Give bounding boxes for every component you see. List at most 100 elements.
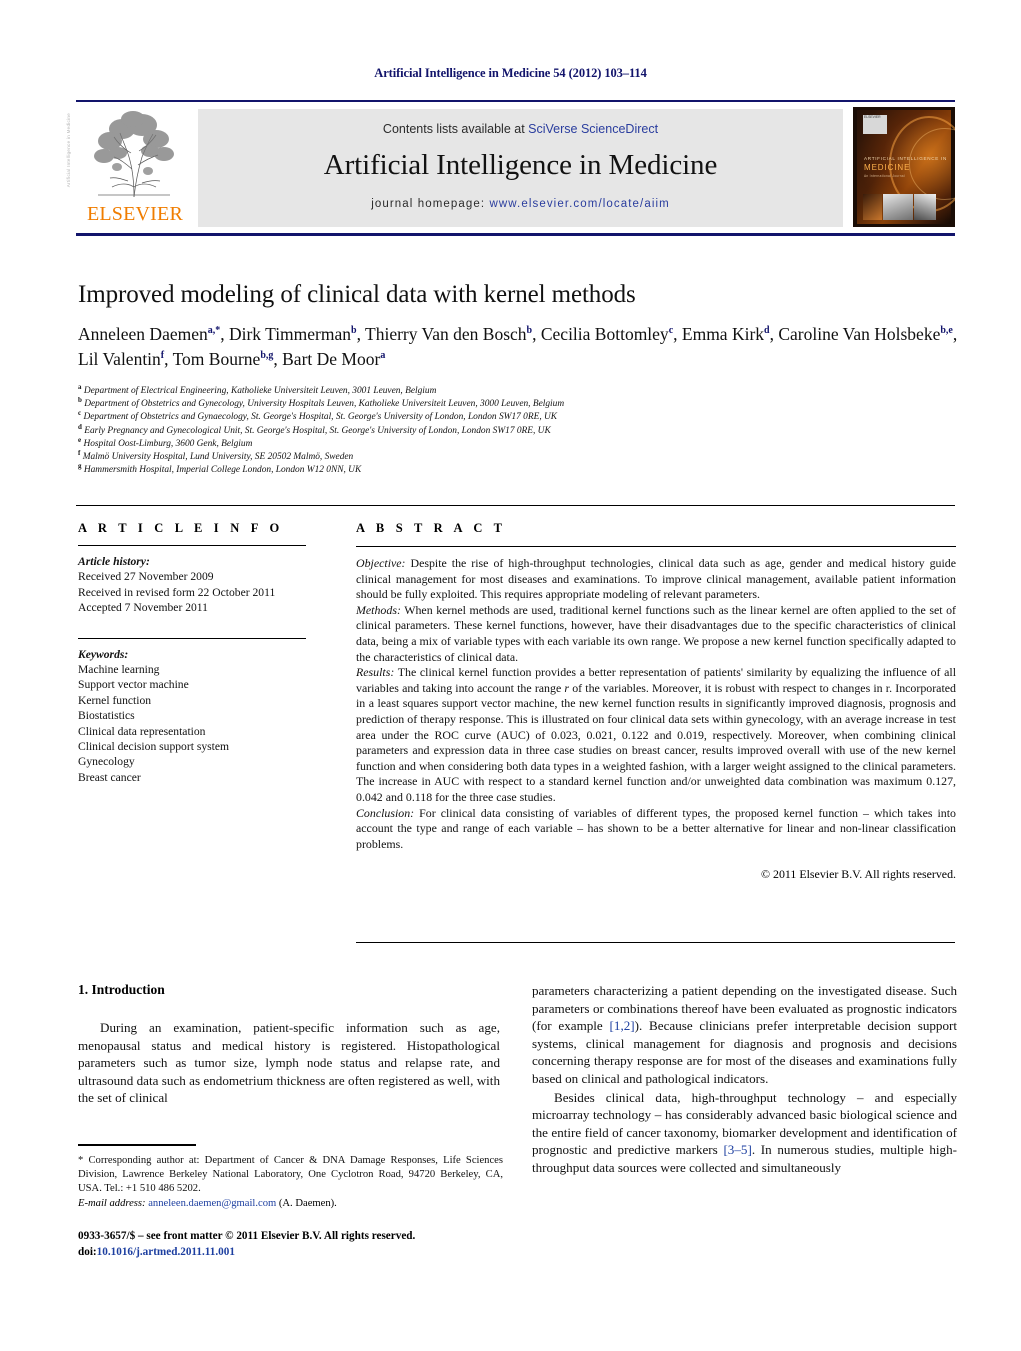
citation-ref[interactable]: [1,2] bbox=[610, 1018, 635, 1033]
abstract-heading: A B S T R A C T bbox=[356, 521, 507, 535]
email-suffix: (A. Daemen). bbox=[276, 1198, 337, 1210]
affiliation-mark: c bbox=[78, 409, 82, 418]
abstract-italic-symbol: r bbox=[564, 680, 570, 695]
body-paragraph: Besides clinical data, high-throughput t… bbox=[532, 1089, 957, 1177]
contents-prefix: Contents lists available at bbox=[382, 122, 529, 136]
sciencedirect-link[interactable]: SciVerse ScienceDirect bbox=[528, 122, 658, 136]
contents-available-line: Contents lists available at SciVerse Sci… bbox=[198, 122, 843, 136]
author-name: Cecilia Bottomley bbox=[540, 324, 669, 344]
article-info-divider-1 bbox=[78, 545, 306, 546]
author-affiliation-mark: f bbox=[160, 350, 165, 362]
running-head: Artificial Intelligence in Medicine 54 (… bbox=[374, 66, 647, 80]
cover-photo-center bbox=[883, 194, 913, 220]
abstract-section: Conclusion: For clinical data consisting… bbox=[356, 805, 956, 851]
keywords-block: Keywords: Machine learning Support vector… bbox=[78, 647, 306, 786]
citation-ref[interactable]: [3–5] bbox=[723, 1142, 751, 1157]
article-history-item: Received in revised form 22 October 2011 bbox=[78, 585, 276, 599]
abstract-section-label: Methods: bbox=[356, 602, 401, 617]
article-info-heading: A R T I C L E I N F O bbox=[78, 521, 284, 535]
elsevier-logo[interactable]: Artificial Intelligence in Medicine ELSE… bbox=[66, 107, 194, 227]
masthead-rule-bottom bbox=[76, 233, 955, 236]
body-column-left: 1. Introduction During an examination, p… bbox=[78, 982, 500, 1107]
doi-label: doi: bbox=[78, 1245, 97, 1258]
abstract-rule-bottom bbox=[356, 942, 955, 943]
keyword-item: Kernel function bbox=[78, 693, 152, 707]
corresponding-author-note: * Corresponding author at: Department of… bbox=[78, 1154, 503, 1194]
author-affiliation-mark: d bbox=[764, 325, 770, 337]
affiliation-item: d Early Pregnancy and Gynecological Unit… bbox=[78, 422, 551, 436]
keyword-item: Support vector machine bbox=[78, 678, 189, 692]
keyword-item: Clinical data representation bbox=[78, 724, 206, 738]
affiliation-item: a Department of Electrical Engineering, … bbox=[78, 382, 437, 396]
body-paragraph: During an examination, patient-specific … bbox=[78, 1020, 500, 1106]
author-affiliation-mark: c bbox=[668, 325, 674, 337]
issn-line: 0933-3657/$ – see front matter © 2011 El… bbox=[78, 1230, 416, 1242]
article-info-divider-2 bbox=[78, 637, 306, 639]
cover-photo-right bbox=[914, 194, 936, 220]
journal-cover-thumbnail[interactable]: ELSEVIER ARTIFICIAL INTELLIGENCE IN MEDI… bbox=[853, 107, 955, 227]
author-list: Anneleen Daemena,*, Dirk Timmermanb, Thi… bbox=[78, 324, 958, 369]
affiliation-item: f Malmö University Hospital, Lund Univer… bbox=[78, 448, 354, 463]
author-affiliation-mark: a bbox=[380, 350, 386, 362]
footnote-block: * Corresponding author at: Department of… bbox=[78, 1144, 503, 1209]
keyword-item: Gynecology bbox=[78, 755, 135, 769]
abstract-section-label: Objective: bbox=[356, 556, 406, 570]
affiliation-item: e Hospital Oost-Limburg, 3600 Genk, Belg… bbox=[78, 435, 253, 449]
author-name: Caroline Van Holsbeke bbox=[778, 324, 941, 344]
affiliation-mark: d bbox=[78, 422, 82, 431]
journal-title: Artificial Intelligence in Medicine bbox=[323, 149, 718, 181]
keywords-label: Keywords: bbox=[78, 647, 129, 661]
info-section-rule bbox=[76, 505, 955, 506]
article-history-item: Accepted 7 November 2011 bbox=[78, 601, 208, 615]
affiliation-mark: a bbox=[78, 382, 82, 391]
affiliation-item: b Department of Obstetrics and Gynecolog… bbox=[78, 396, 565, 410]
homepage-url-link[interactable]: www.elsevier.com/locate/aiim bbox=[489, 198, 669, 210]
doi-link[interactable]: 10.1016/j.artmed.2011.11.001 bbox=[97, 1246, 235, 1258]
keyword-item: Breast cancer bbox=[78, 770, 141, 784]
author-affiliation-mark: b bbox=[526, 325, 533, 337]
affiliation-item: g Hammersmith Hospital, Imperial College… bbox=[78, 462, 362, 476]
issn-doi-block: 0933-3657/$ – see front matter © 2011 El… bbox=[78, 1229, 578, 1260]
cover-title-line-2: MEDICINE bbox=[864, 163, 911, 172]
masthead-center-panel: Contents lists available at SciVerse Sci… bbox=[198, 109, 843, 227]
email-link[interactable]: anneleen.daemen@gmail.com bbox=[148, 1198, 276, 1209]
article-history-items: Received 27 November 2009 Received in rev… bbox=[78, 569, 306, 615]
abstract-section: Methods: When kernel methods are used, t… bbox=[356, 602, 956, 664]
author-affiliation-mark: b,e bbox=[940, 325, 953, 337]
body-column-right: parameters characterizing a patient depe… bbox=[532, 982, 957, 1177]
author-name: Dirk Timmerman bbox=[228, 324, 352, 344]
affiliation-mark: f bbox=[78, 448, 81, 457]
keyword-item: Clinical decision support system bbox=[78, 740, 230, 754]
page-title: Improved modeling of clinical data with … bbox=[78, 281, 636, 308]
cover-photo-left bbox=[863, 194, 882, 220]
abstract-text: Objective: Despite the rise of high-thro… bbox=[356, 556, 956, 852]
homepage-prefix: journal homepage: bbox=[371, 198, 490, 210]
cover-publisher-badge: ELSEVIER bbox=[863, 115, 887, 134]
abstract-section: Objective: Despite the rise of high-thro… bbox=[356, 556, 956, 602]
author-affiliation-mark: b bbox=[351, 325, 357, 337]
affiliation-list: a Department of Electrical Engineering, … bbox=[78, 382, 958, 477]
affiliation-item: c Department of Obstetrics and Gynaecolo… bbox=[78, 409, 558, 423]
abstract-divider bbox=[356, 546, 956, 547]
author-name: Lil Valentin bbox=[78, 349, 161, 369]
author-affiliation-mark: b,g bbox=[260, 350, 274, 362]
abstract-section-label: Results: bbox=[356, 665, 395, 680]
article-history-label: Article history: bbox=[78, 555, 150, 568]
article-info-column: A R T I C L E I N F O Article history: R… bbox=[78, 521, 306, 785]
abstract-column: A B S T R A C T Objective: Despite the r… bbox=[356, 521, 956, 882]
doi-line: doi:10.1016/j.artmed.2011.11.001 bbox=[78, 1245, 578, 1261]
article-history-item: Received 27 November 2009 bbox=[78, 570, 214, 584]
keyword-item: Machine learning bbox=[78, 663, 160, 677]
footnote-rule bbox=[78, 1144, 196, 1146]
body-paragraph: parameters characterizing a patient depe… bbox=[532, 982, 957, 1088]
spine-strip-label: Artificial Intelligence in Medicine bbox=[66, 113, 71, 188]
email-label: E-mail address: bbox=[78, 1198, 146, 1210]
elsevier-wordmark: ELSEVIER bbox=[86, 203, 184, 225]
copyright-line: © 2011 Elsevier B.V. All rights reserved… bbox=[761, 867, 956, 882]
article-history-block: Article history: Received 27 November 20… bbox=[78, 554, 306, 616]
cover-title-line-1: ARTIFICIAL INTELLIGENCE IN bbox=[864, 156, 948, 161]
keywords-items: Machine learning Support vector machine Ke… bbox=[78, 662, 306, 785]
affiliation-mark: e bbox=[78, 435, 82, 444]
paper-page: Artificial Intelligence in Medicine 54 (… bbox=[0, 0, 1021, 1351]
